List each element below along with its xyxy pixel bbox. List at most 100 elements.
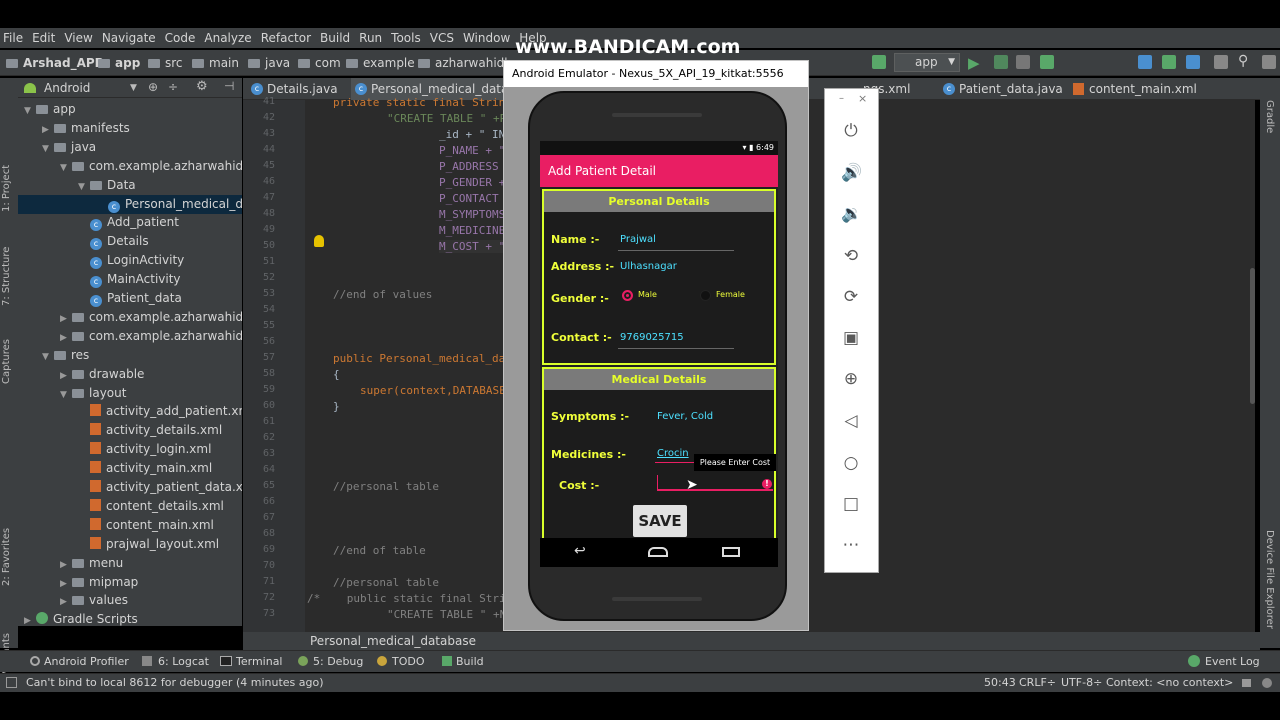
tree-item[interactable]: c Add_patient xyxy=(78,213,179,232)
power-icon[interactable]: ⏻ xyxy=(841,121,861,141)
tree-item[interactable]: content_main.xml xyxy=(78,516,214,535)
collapse-icon[interactable]: ÷ xyxy=(168,80,178,94)
rotate-left-icon[interactable]: ⟲ xyxy=(841,246,861,266)
gear-icon[interactable]: ⚙ xyxy=(196,79,208,94)
female-radio[interactable] xyxy=(700,290,711,301)
breadcrumb-item[interactable]: java xyxy=(248,56,290,70)
lightbulb-icon[interactable] xyxy=(314,235,324,247)
tree-item[interactable]: c Personal_medical_database xyxy=(18,194,242,214)
breadcrumb-item[interactable]: com xyxy=(298,56,341,70)
attach-icon[interactable] xyxy=(1016,55,1030,69)
vtab-device-file-explorer[interactable]: Device File Explorer xyxy=(1264,530,1275,629)
save-button[interactable]: SAVE xyxy=(633,505,687,537)
tree-item[interactable]: activity_main.xml xyxy=(78,459,212,478)
tree-item[interactable]: activity_patient_data.xml xyxy=(78,478,242,497)
menu-item[interactable]: Analyze xyxy=(204,31,251,45)
status-message[interactable]: Can't bind to local 8612 for debugger (4… xyxy=(26,676,324,689)
tree-item[interactable]: ▶com.example.azharwahidkhan xyxy=(60,327,242,346)
tree-item[interactable]: c Patient_data xyxy=(78,289,182,308)
tree-item[interactable]: ▶ values xyxy=(60,591,128,610)
tree-item[interactable]: ▼ layout xyxy=(60,384,126,403)
contact-field[interactable]: 9769025715 xyxy=(620,332,684,343)
tree-item[interactable]: c MainActivity xyxy=(78,270,181,289)
volume-up-icon[interactable]: 🔊 xyxy=(841,163,862,183)
sync-icon[interactable] xyxy=(1138,55,1152,69)
tree-item[interactable]: ▼ Data xyxy=(78,176,136,195)
logcat-tool[interactable]: 6: Logcat xyxy=(158,655,209,668)
tree-item[interactable]: ▶ manifests xyxy=(42,119,130,138)
hide-icon[interactable]: ⊣ xyxy=(224,79,234,93)
tree-item[interactable]: ▶ Gradle Scripts xyxy=(24,610,138,626)
minimize-icon[interactable]: – xyxy=(839,93,844,104)
menu-item[interactable]: Code xyxy=(165,31,196,45)
chevron-down-icon[interactable]: ▼ xyxy=(130,83,137,93)
device-icon[interactable] xyxy=(1214,55,1228,69)
run-config-select[interactable]: app ▼ xyxy=(894,53,960,72)
tree-item[interactable]: ▼ com.example.azharwahidkhan xyxy=(60,157,242,176)
vtab-gradle[interactable]: Gradle xyxy=(1264,100,1275,133)
project-view-selector[interactable]: Android xyxy=(44,81,90,95)
tree-item[interactable]: content_details.xml xyxy=(78,497,224,516)
editor-scrollbar[interactable] xyxy=(1250,268,1255,404)
expand-arrow-icon[interactable]: ▼ xyxy=(24,102,36,121)
tree-item[interactable]: ▶ mipmap xyxy=(60,573,138,592)
menu-item[interactable]: Build xyxy=(320,31,350,45)
hammer-icon[interactable] xyxy=(872,55,886,69)
build-tool[interactable]: Build xyxy=(456,655,484,668)
menu-item[interactable]: VCS xyxy=(430,31,454,45)
nav-home-icon[interactable] xyxy=(648,547,668,557)
inspector-icon[interactable] xyxy=(1262,678,1272,688)
debug-icon[interactable] xyxy=(994,55,1008,69)
todo-tool[interactable]: TODO xyxy=(392,655,425,668)
expand-arrow-icon[interactable]: ▼ xyxy=(42,348,54,367)
caret-position[interactable]: 50:43 xyxy=(984,676,1016,689)
editor-breadcrumb[interactable]: Personal_medical_database xyxy=(310,634,476,648)
rotate-right-icon[interactable]: ⟳ xyxy=(841,287,861,307)
file-encoding[interactable]: UTF-8÷ xyxy=(1061,676,1102,689)
tree-item[interactable]: ▼ java xyxy=(42,138,96,157)
name-field[interactable]: Prajwal xyxy=(620,234,656,245)
avd-manager-icon[interactable] xyxy=(1162,55,1176,69)
address-field[interactable]: Ulhasnagar xyxy=(620,261,677,272)
medicines-field[interactable]: Crocin xyxy=(657,448,689,459)
tree-item[interactable]: ▶com.example.azharwahidkhan xyxy=(60,308,242,327)
menu-item[interactable]: View xyxy=(64,31,92,45)
menu-item[interactable]: Window xyxy=(463,31,510,45)
male-radio[interactable] xyxy=(622,290,633,301)
tree-item[interactable]: prajwal_layout.xml xyxy=(78,535,219,554)
event-log-tool[interactable]: Event Log xyxy=(1205,655,1260,668)
tree-item[interactable]: c LoginActivity xyxy=(78,251,184,270)
tree-item[interactable]: ▶ drawable xyxy=(60,365,144,384)
breadcrumb-item[interactable]: azharwahidk xyxy=(418,56,511,70)
profile-icon[interactable] xyxy=(1040,55,1054,69)
home-icon[interactable]: ○ xyxy=(841,453,861,473)
nav-back-icon[interactable]: ↩ xyxy=(574,543,586,559)
back-icon[interactable]: ◁ xyxy=(841,411,861,431)
status-toggle-icon[interactable] xyxy=(6,677,17,688)
debug-tool[interactable]: 5: Debug xyxy=(313,655,363,668)
expand-arrow-icon[interactable]: ▼ xyxy=(42,140,54,159)
expand-arrow-icon[interactable]: ▶ xyxy=(24,612,36,626)
breadcrumb-item[interactable]: Arshad_APP xyxy=(6,56,103,70)
close-icon[interactable]: × xyxy=(858,92,867,105)
vtab-structure[interactable]: 7: Structure xyxy=(1,247,12,306)
tab-patient-data-java[interactable]: c Patient_data.java xyxy=(939,78,1063,100)
terminal-tool[interactable]: Terminal xyxy=(236,655,283,668)
lock-icon[interactable] xyxy=(1242,679,1251,687)
vtab-favorites[interactable]: 2: Favorites xyxy=(1,528,12,586)
expand-arrow-icon[interactable]: ▼ xyxy=(60,159,72,178)
breadcrumb-item[interactable]: src xyxy=(148,56,183,70)
menu-item[interactable]: Edit xyxy=(32,31,55,45)
more-icon[interactable]: ⋯ xyxy=(841,535,861,555)
vtab-captures[interactable]: Captures xyxy=(1,339,12,384)
cost-field[interactable] xyxy=(657,475,773,491)
tree-item[interactable]: activity_login.xml xyxy=(78,440,211,459)
breadcrumb-item[interactable]: app xyxy=(98,56,140,70)
symptoms-field[interactable]: Fever, Cold xyxy=(657,411,713,422)
tree-item[interactable]: ▼ res xyxy=(42,346,89,365)
tree-item[interactable]: activity_add_patient.xml xyxy=(78,402,242,421)
context-indicator[interactable]: Context: <no context> xyxy=(1106,676,1233,689)
tree-item[interactable]: ▼ app xyxy=(24,100,76,119)
overview-icon[interactable]: □ xyxy=(841,494,861,514)
nav-recents-icon[interactable] xyxy=(722,547,740,557)
